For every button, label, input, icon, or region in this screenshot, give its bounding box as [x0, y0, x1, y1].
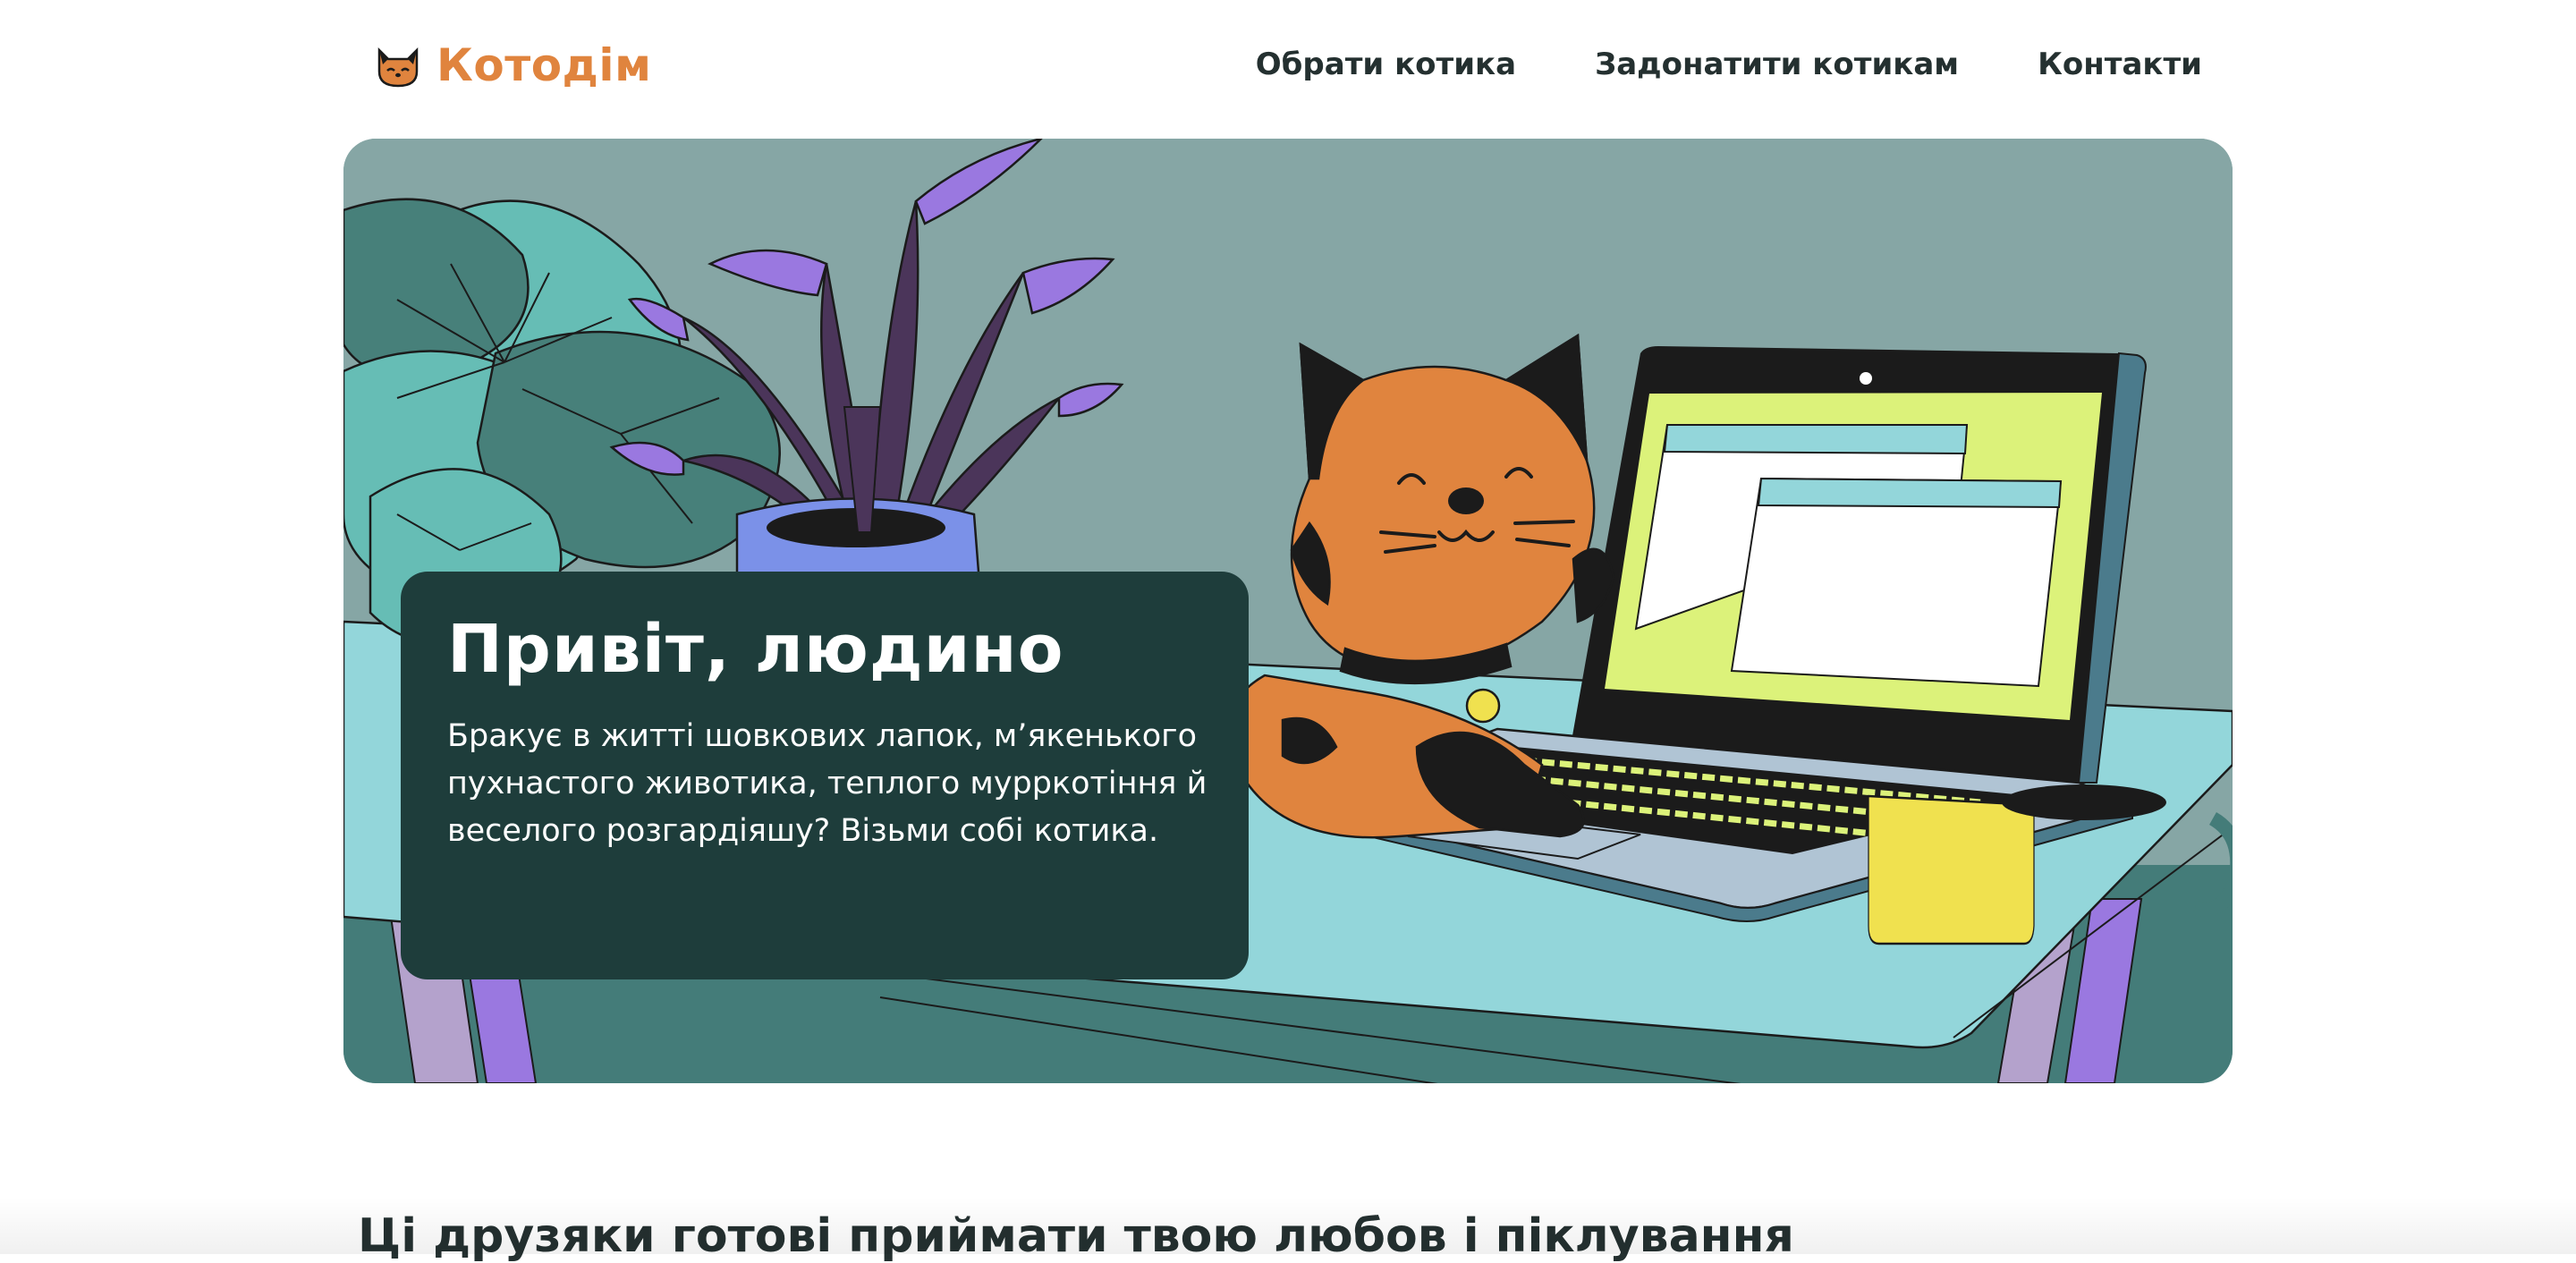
hero-banner: Привіт, людино Бракує в житті шовкових л… [343, 139, 2233, 1083]
hero-title: Привіт, людино [447, 611, 1064, 688]
site-header: Котодім Обрати котика Задонатити котикам… [0, 0, 2576, 134]
nav-donate[interactable]: Задонатити котикам [1595, 47, 1959, 82]
cat-face-icon [377, 47, 419, 88]
logo-text: Котодім [436, 39, 652, 91]
section-title: Ці друзяки готові приймати твою любов і … [358, 1209, 1794, 1263]
nav-choose-cat[interactable]: Обрати котика [1256, 47, 1516, 82]
hero-text: Бракує в житті шовкових лапок, м’якенько… [447, 718, 1208, 849]
main-nav: Обрати котика Задонатити котикам Контакт… [1256, 47, 2202, 82]
nav-contacts[interactable]: Контакти [2038, 47, 2202, 82]
hero-card: Привіт, людино Бракує в житті шовкових л… [401, 572, 1249, 979]
logo-link[interactable]: Котодім [374, 39, 651, 91]
